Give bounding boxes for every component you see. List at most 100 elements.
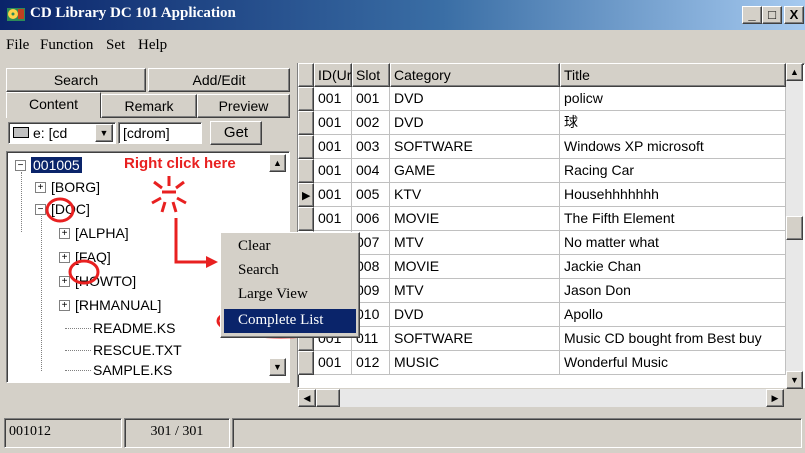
row-selector[interactable] — [298, 351, 314, 375]
expand-icon[interactable]: + — [59, 228, 70, 239]
cell-id[interactable]: 001 — [314, 207, 352, 231]
scroll-down-icon[interactable]: ▼ — [786, 371, 803, 389]
cell-title[interactable]: Jason Don — [560, 279, 786, 303]
close-button[interactable]: X — [784, 6, 804, 24]
cell-slot[interactable]: 001 — [352, 87, 390, 111]
annotation-right-click: Right click here — [124, 155, 236, 172]
cell-title[interactable]: The Fifth Element — [560, 207, 786, 231]
cell-title[interactable]: Racing Car — [560, 159, 786, 183]
cell-slot[interactable]: 006 — [352, 207, 390, 231]
tab-content[interactable]: Content — [6, 92, 101, 118]
cell-id[interactable]: 001 — [314, 183, 352, 207]
tree-line — [65, 350, 91, 351]
tab-remark[interactable]: Remark — [101, 94, 197, 118]
cell-id[interactable]: 001 — [314, 351, 352, 375]
get-button[interactable]: Get — [210, 121, 262, 145]
menu-file[interactable]: File — [6, 37, 29, 54]
cell-id[interactable]: 001 — [314, 159, 352, 183]
cell-slot[interactable]: 002 — [352, 111, 390, 135]
minimize-button[interactable]: _ — [742, 6, 762, 24]
scroll-up-icon[interactable]: ▲ — [786, 63, 803, 81]
row-selector[interactable] — [298, 207, 314, 231]
scroll-down-icon[interactable]: ▼ — [269, 358, 286, 376]
tree-item-howto[interactable]: [HOWTO] — [75, 273, 136, 289]
context-item-large-view[interactable]: Large View — [224, 283, 356, 307]
tree-item-borg[interactable]: [BORG] — [51, 179, 100, 195]
tree-root[interactable]: 001005 — [31, 157, 82, 173]
tree-item-sample[interactable]: SAMPLE.KS — [93, 362, 172, 378]
scroll-up-icon[interactable]: ▲ — [269, 154, 286, 172]
cell-id[interactable]: 001 — [314, 87, 352, 111]
context-item-clear[interactable]: Clear — [224, 235, 356, 259]
drive-label-field[interactable]: [cdrom] — [118, 122, 202, 144]
maximize-button[interactable]: □ — [762, 6, 782, 24]
cell-title[interactable]: Jackie Chan — [560, 255, 786, 279]
tree-item-rescue[interactable]: RESCUE.TXT — [93, 342, 182, 358]
column-header-category[interactable]: Category — [390, 63, 560, 87]
cell-category[interactable]: MTV — [390, 279, 560, 303]
tree-item-rhmanual[interactable]: [RHMANUAL] — [75, 297, 161, 313]
chevron-down-icon[interactable]: ▼ — [95, 124, 113, 142]
cell-title[interactable]: Househhhhhhh — [560, 183, 786, 207]
row-selector[interactable] — [298, 87, 314, 111]
menu-function[interactable]: Function — [40, 37, 93, 54]
context-item-complete-list[interactable]: Complete List — [224, 309, 356, 333]
cell-category[interactable]: MOVIE — [390, 207, 560, 231]
menu-help[interactable]: Help — [138, 37, 167, 54]
cell-category[interactable]: SOFTWARE — [390, 327, 560, 351]
row-selector[interactable] — [298, 135, 314, 159]
column-header-slot[interactable]: Slot — [352, 63, 390, 87]
cell-category[interactable]: KTV — [390, 183, 560, 207]
tree-item-faq[interactable]: [FAQ] — [75, 249, 111, 265]
row-selector[interactable] — [298, 111, 314, 135]
grid-hscroll-thumb[interactable] — [316, 389, 340, 407]
menu-bar: File Function Set Help — [0, 30, 805, 60]
scroll-left-icon[interactable]: ◀ — [298, 389, 316, 407]
expand-icon[interactable]: + — [35, 182, 46, 193]
cell-category[interactable]: DVD — [390, 87, 560, 111]
expand-icon[interactable]: + — [59, 276, 70, 287]
column-header-title[interactable]: Title — [560, 63, 786, 87]
row-selector[interactable] — [298, 159, 314, 183]
cell-slot[interactable]: 003 — [352, 135, 390, 159]
menu-set[interactable]: Set — [106, 37, 125, 54]
cell-id[interactable]: 001 — [314, 135, 352, 159]
cell-category[interactable]: MOVIE — [390, 255, 560, 279]
cell-title[interactable]: No matter what — [560, 231, 786, 255]
tab-add-edit[interactable]: Add/Edit — [148, 68, 290, 92]
cell-title[interactable]: 球 — [560, 111, 786, 135]
cell-id[interactable]: 001 — [314, 111, 352, 135]
cell-category[interactable]: MUSIC — [390, 351, 560, 375]
cell-category[interactable]: SOFTWARE — [390, 135, 560, 159]
scroll-right-icon[interactable]: ▶ — [766, 389, 784, 407]
expand-icon[interactable]: + — [59, 252, 70, 263]
cell-slot[interactable]: 004 — [352, 159, 390, 183]
context-item-search[interactable]: Search — [224, 259, 356, 283]
drive-select[interactable]: e: [cd ▼ — [8, 122, 116, 144]
current-row-icon: ▶ — [302, 190, 311, 202]
cell-title[interactable]: Apollo — [560, 303, 786, 327]
tree-item-doc[interactable]: [DOC] — [51, 201, 90, 217]
title-bar[interactable]: CD Library DC 101 Application _ □ X — [0, 0, 805, 30]
cell-category[interactable]: DVD — [390, 303, 560, 327]
cell-category[interactable]: GAME — [390, 159, 560, 183]
tree-item-alpha[interactable]: [ALPHA] — [75, 225, 129, 241]
cell-slot[interactable]: 012 — [352, 351, 390, 375]
tree-item-readme[interactable]: README.KS — [93, 320, 175, 336]
tab-search[interactable]: Search — [6, 68, 146, 92]
cell-category[interactable]: MTV — [390, 231, 560, 255]
tab-preview[interactable]: Preview — [197, 94, 290, 118]
grid-scroll-thumb[interactable] — [786, 216, 803, 240]
cell-title[interactable]: Wonderful Music — [560, 351, 786, 375]
cell-category[interactable]: DVD — [390, 111, 560, 135]
expand-icon[interactable]: + — [59, 300, 70, 311]
cell-title[interactable]: Music CD bought from Best buy — [560, 327, 786, 351]
grid-hscroll-track[interactable] — [298, 389, 784, 407]
collapse-icon[interactable]: − — [15, 160, 26, 171]
cell-title[interactable]: policw — [560, 87, 786, 111]
cell-slot[interactable]: 005 — [352, 183, 390, 207]
row-selector[interactable]: ▶ — [298, 183, 314, 207]
cell-title[interactable]: Windows XP microsoft — [560, 135, 786, 159]
collapse-icon[interactable]: − — [35, 204, 46, 215]
column-header-id[interactable]: ID(Ur — [314, 63, 352, 87]
